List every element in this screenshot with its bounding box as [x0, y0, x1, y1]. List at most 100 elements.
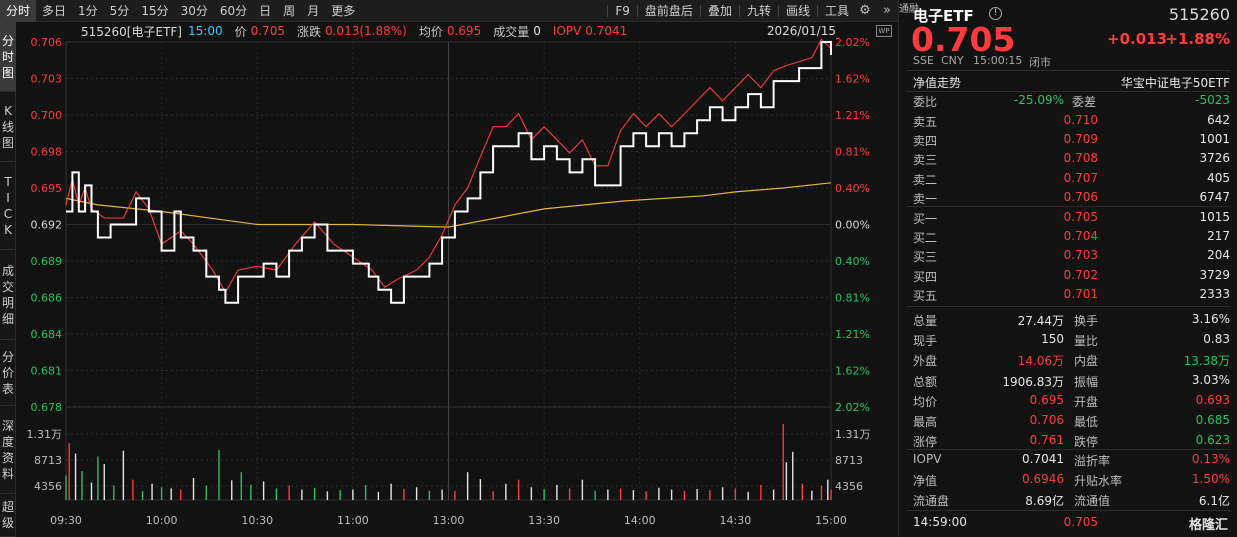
stat-row: 总额 1906.83万 振幅 3.03%: [899, 370, 1237, 390]
toolbar-tool-4[interactable]: 画线: [781, 0, 815, 22]
chart-canvas[interactable]: 0.706 2.02% 0.703 1.62% 0.700 1.21% 0.698 0.81%…: [16, 22, 896, 537]
toolbar-tool-5[interactable]: 工具: [820, 0, 854, 22]
stat-label: 最高: [913, 415, 938, 429]
more-icon[interactable]: »: [876, 0, 898, 22]
toolbar-tool-2[interactable]: 叠加: [703, 0, 737, 22]
order-book-row[interactable]: 买三 0.703 204: [899, 245, 1237, 265]
toolbar-tool-1[interactable]: 盘前盘后: [640, 0, 698, 22]
stat-label: 净值: [913, 474, 938, 489]
level-label: 卖四: [913, 134, 938, 149]
volume-tick-label-right: 4356: [835, 480, 863, 493]
side-tab-char: T: [4, 174, 12, 189]
side-tab-5[interactable]: 深度资料: [0, 406, 16, 494]
side-tab-char: 分: [1, 349, 14, 364]
side-tab-4[interactable]: 分价表: [0, 340, 16, 406]
level-label: 买三: [913, 250, 938, 265]
stat-value: 0.695: [1029, 392, 1064, 407]
pct-tick-label: 1.62%: [835, 365, 870, 378]
stat-label: 总额: [913, 374, 938, 389]
period-tab-6[interactable]: 60分: [214, 0, 253, 22]
nav-trend-row[interactable]: 净值走势 华宝中证电子50ETF: [899, 71, 1237, 91]
stat-value: 0.83: [1203, 332, 1230, 347]
level-volume: 405: [1207, 170, 1230, 185]
time-tick-label: 10:00: [146, 514, 178, 527]
side-tab-char: 级: [1, 516, 14, 530]
level-price: 0.707: [1063, 170, 1098, 185]
settings-icon[interactable]: ⚙: [854, 0, 876, 22]
side-tab-2[interactable]: TICK: [0, 162, 16, 250]
period-tab-7[interactable]: 日: [253, 0, 277, 22]
price-tick-label: 0.684: [31, 328, 63, 341]
period-tab-0[interactable]: 分时: [0, 0, 37, 22]
stat-label: 开盘: [1074, 394, 1099, 409]
period-tab-10[interactable]: 更多: [325, 0, 361, 22]
side-tab-3[interactable]: 成交明细: [0, 250, 16, 340]
order-book-row[interactable]: 卖四 0.709 1001: [899, 129, 1237, 149]
side-tab-char: 成: [1, 263, 14, 278]
period-tab-9[interactable]: 月: [301, 0, 325, 22]
toolbar-tool-3[interactable]: 九转: [742, 0, 776, 22]
order-book-row[interactable]: 卖二 0.707 405: [899, 168, 1237, 188]
order-book-row[interactable]: 卖五 0.710 642: [899, 110, 1237, 130]
side-tab-0[interactable]: 分时图: [0, 22, 16, 92]
order-book-row[interactable]: 卖三 0.708 3726: [899, 148, 1237, 168]
stat-value: 27.44万: [1017, 314, 1064, 328]
period-tab-2[interactable]: 1分: [72, 0, 104, 22]
price-tick-label: 0.689: [31, 255, 63, 268]
stat-row: 总量 27.44万 换手 3.16%: [899, 309, 1237, 329]
stat-label: 跌停: [1074, 435, 1099, 450]
toolbar-divider: [607, 4, 609, 17]
level-price: 0.708: [1063, 151, 1098, 166]
order-book-row[interactable]: 卖一 0.706 6747: [899, 187, 1237, 207]
stat-label: 流通值: [1074, 494, 1111, 509]
volume-tick-label-right: 8713: [835, 454, 863, 467]
toolbar-divider: [699, 4, 701, 17]
level-price: 0.701: [1063, 286, 1098, 301]
period-tab-8[interactable]: 周: [277, 0, 301, 22]
volume-tick-label: 4356: [34, 480, 62, 493]
side-tab-char: 分: [1, 33, 14, 48]
toolbar-divider: [738, 4, 740, 17]
nav-trend-label[interactable]: 净值走势: [913, 74, 961, 91]
stat-label: 振幅: [1074, 374, 1099, 389]
stat-label: 均价: [913, 394, 938, 409]
level-price: 0.706: [1063, 189, 1098, 204]
toolbar-tool-0[interactable]: F9: [610, 0, 635, 22]
price-tick-label: 0.686: [31, 292, 63, 305]
period-tab-1[interactable]: 多日: [36, 0, 72, 22]
volume-tick-label: 1.31万: [27, 428, 63, 441]
side-tab-char: 深: [1, 418, 14, 433]
period-toolbar: 分时 多日 1分 5分 15分 30分 60分日周月更多 F9 盘前盘后 叠加 九转 画线 工具 ⚙»: [0, 0, 898, 22]
order-book-row[interactable]: 买二 0.704 217: [899, 226, 1237, 246]
volume-tick-label-right: 1.31万: [835, 428, 871, 441]
side-tab-char: 时: [1, 49, 14, 64]
side-tab-1[interactable]: K线图: [0, 92, 16, 162]
stat-row: 最高 0.706 最低 0.685: [899, 410, 1237, 430]
level-price: 0.710: [1063, 113, 1098, 127]
period-tab-4[interactable]: 15分: [135, 0, 174, 22]
order-book-row[interactable]: 买一 0.705 1015: [899, 207, 1237, 227]
side-tab-6[interactable]: 超级: [0, 494, 16, 537]
time-tick-label: 11:00: [337, 514, 369, 527]
pct-tick-label: 0.40%: [835, 255, 870, 268]
stat-label: IOPV: [913, 452, 942, 466]
side-tab-char: 超: [1, 500, 14, 514]
stat-row: 涨停 0.761 跌停 0.623: [899, 430, 1237, 450]
period-tab-3[interactable]: 5分: [104, 0, 136, 22]
watermark-logo: 格隆汇: [1188, 518, 1228, 533]
order-book-row[interactable]: 买五 0.701 2333: [899, 284, 1237, 304]
tick-price: 0.705: [1063, 515, 1098, 529]
stat-row: 净值 0.6946 升贴水率 1.50%: [899, 469, 1237, 489]
level-volume: 3726: [1199, 151, 1230, 166]
ratio-label: 委比: [913, 95, 938, 109]
info-icon[interactable]: !: [989, 7, 1002, 20]
stat-value: 0.693: [1195, 392, 1230, 407]
level-price: 0.704: [1063, 229, 1098, 244]
order-book-row[interactable]: 买四 0.702 3729: [899, 265, 1237, 285]
level-price: 0.703: [1063, 248, 1098, 263]
level-label: 卖三: [913, 153, 938, 168]
period-tab-5[interactable]: 30分: [175, 0, 214, 22]
stat-value: 1906.83万: [1002, 374, 1064, 389]
level-label: 卖五: [913, 115, 938, 129]
level-label: 买二: [913, 231, 938, 246]
